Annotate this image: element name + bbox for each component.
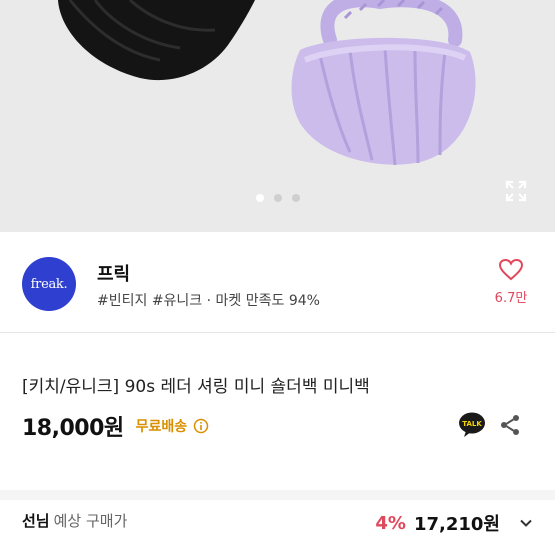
expand-icon[interactable] xyxy=(504,179,528,203)
expected-price-row[interactable]: 선님 예상 구매가 4% 17,210원 xyxy=(22,510,534,538)
price-row: 18,000원 무료배송 xyxy=(22,411,209,441)
member-grade: 선님 xyxy=(22,512,50,530)
product-title: [키치/유니크] 90s 레더 셔링 미니 숄더백 미니백 xyxy=(22,377,370,397)
expected-price-label: 예상 구매가 xyxy=(53,512,128,530)
like-button[interactable]: 6.7만 xyxy=(488,258,534,306)
page-dot-1[interactable] xyxy=(255,194,264,202)
info-icon[interactable] xyxy=(193,418,209,434)
shop-tags: #빈티지 #유니크 · 마켓 만족도 94% xyxy=(97,293,320,309)
discount-percent: 4% xyxy=(375,512,406,534)
gallery-pagination[interactable] xyxy=(0,194,555,206)
shop-name[interactable]: 프릭 xyxy=(97,260,130,286)
expected-price: 17,210원 xyxy=(413,514,500,535)
shipping-badge: 무료배송 xyxy=(135,419,188,435)
section-separator xyxy=(0,490,555,500)
heart-icon xyxy=(498,258,524,281)
page-dot-3[interactable] xyxy=(291,194,300,202)
product-price: 18,000원 xyxy=(22,416,124,441)
kakao-talk-label: TALK xyxy=(462,420,482,428)
shop-info[interactable]: freak. 프릭 #빈티지 #유니크 · 마켓 만족도 94% 6.7만 xyxy=(0,232,555,332)
kakao-talk-icon[interactable]: TALK xyxy=(458,412,486,438)
shop-logo[interactable]: freak. xyxy=(22,257,76,311)
product-image-gallery[interactable] xyxy=(0,0,555,232)
share-icon[interactable] xyxy=(498,413,522,437)
divider xyxy=(0,332,555,333)
chevron-down-icon[interactable] xyxy=(518,515,534,531)
page-dot-2[interactable] xyxy=(273,194,282,202)
like-count: 6.7만 xyxy=(494,291,528,306)
shop-logo-text: freak. xyxy=(30,276,68,292)
expected-price-summary: 4% 17,210원 xyxy=(375,510,534,536)
